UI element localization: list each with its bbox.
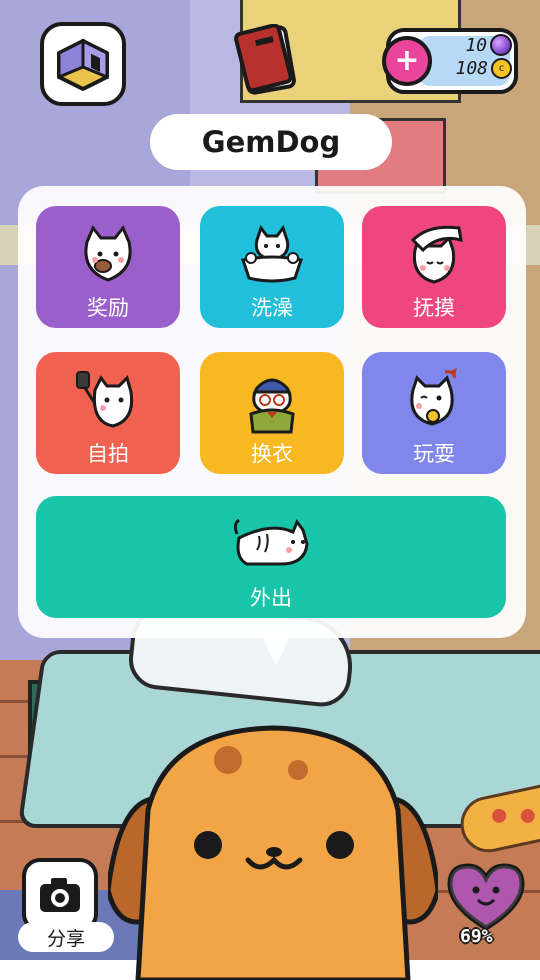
heart-icon xyxy=(447,863,525,931)
reward-cat-icon xyxy=(84,225,132,282)
share-label: 分享 xyxy=(18,922,114,952)
pet-button[interactable]: 抚摸 xyxy=(362,206,506,328)
pet-label: 抚摸 xyxy=(413,296,455,320)
gem-icon xyxy=(490,34,512,56)
reward-label: 奖励 xyxy=(87,296,129,320)
selfie-label: 自拍 xyxy=(87,442,129,466)
add-currency-button[interactable]: + xyxy=(382,36,432,86)
book-icon xyxy=(234,23,296,95)
pet-cat-icon xyxy=(410,225,463,284)
play-button[interactable]: 玩耍 xyxy=(362,352,506,474)
play-cat-icon xyxy=(410,368,457,426)
room-button[interactable] xyxy=(40,22,126,106)
coin-count: 108 xyxy=(455,58,488,79)
share-button[interactable]: 分享 xyxy=(18,858,114,952)
selfie-button[interactable]: 自拍 xyxy=(36,352,180,474)
coin-icon: c xyxy=(491,58,512,79)
bath-cat-icon xyxy=(241,224,303,283)
menu-pointer xyxy=(262,636,290,666)
dress-up-button[interactable]: 换衣 xyxy=(200,352,344,474)
pet-name: GemDog xyxy=(150,114,392,170)
camera-icon-container xyxy=(22,858,98,932)
happiness-percent: 69% xyxy=(460,926,493,947)
go-out-button[interactable]: 外出 xyxy=(36,496,506,618)
reward-button[interactable]: 奖励 xyxy=(36,206,180,328)
dress-up-label: 换衣 xyxy=(251,442,293,466)
coin-counter: 108 c xyxy=(455,58,512,79)
room-icon xyxy=(57,38,109,91)
go-out-label: 外出 xyxy=(250,586,292,610)
go-out-cat-icon xyxy=(233,518,309,566)
play-label: 玩耍 xyxy=(413,442,455,466)
dog-pet[interactable] xyxy=(108,720,438,980)
camera-icon xyxy=(40,878,80,912)
selfie-cat-icon xyxy=(76,371,134,428)
action-menu: 奖励 洗澡 抚摸 自拍 换衣 玩耍 外出 xyxy=(18,186,526,638)
happiness-heart-button[interactable]: 69% xyxy=(444,862,528,952)
bath-label: 洗澡 xyxy=(251,296,293,320)
dress-up-cat-icon xyxy=(249,378,295,434)
bath-button[interactable]: 洗澡 xyxy=(200,206,344,328)
journal-book-button[interactable] xyxy=(234,23,300,96)
gem-counter: 10 xyxy=(465,34,512,56)
gem-count: 10 xyxy=(465,34,487,56)
